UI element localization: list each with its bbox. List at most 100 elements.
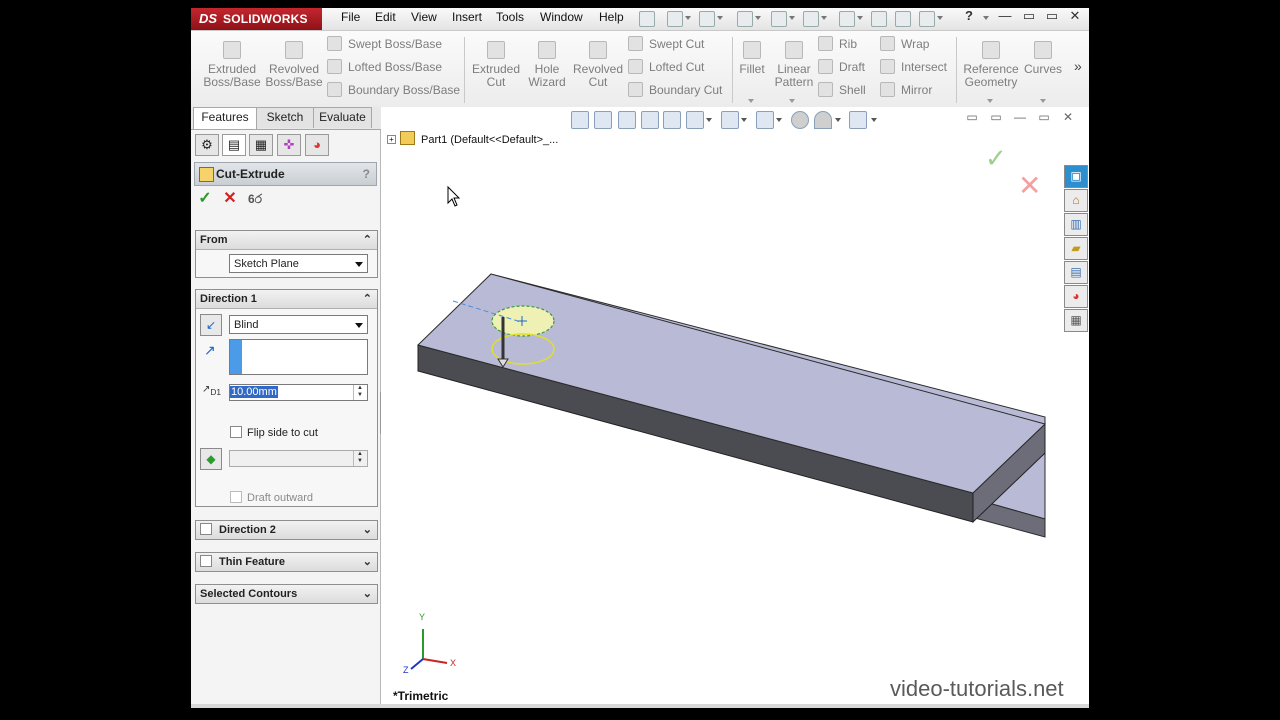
depth-input[interactable]: 10.00mm ▲ ▼ bbox=[229, 384, 368, 401]
design-library-tab[interactable]: ⌂ bbox=[1064, 189, 1088, 212]
help-icon[interactable]: ? bbox=[959, 8, 979, 26]
reverse-direction-button[interactable]: ↙ bbox=[200, 314, 222, 336]
menu-insert[interactable]: Insert bbox=[452, 8, 482, 30]
tab-sketch[interactable]: Sketch bbox=[256, 107, 314, 128]
collapse-icon[interactable]: ⌃ bbox=[363, 231, 372, 249]
expand-icon[interactable]: ⌄ bbox=[363, 521, 372, 539]
thin-feature-group-header[interactable]: Thin Feature ⌄ bbox=[196, 553, 377, 571]
ok-button[interactable]: ✓ bbox=[196, 190, 214, 208]
print-icon[interactable] bbox=[771, 11, 787, 27]
help-dropdown-icon[interactable] bbox=[983, 16, 989, 20]
from-group-header[interactable]: From ⌃ bbox=[196, 231, 377, 250]
solidworks-logo[interactable]: DS SOLIDWORKS bbox=[191, 8, 322, 30]
select-dropdown-icon[interactable] bbox=[857, 16, 863, 20]
revolved-boss-button[interactable]: Revolved Boss/Base bbox=[263, 41, 325, 89]
extruded-cut-icon bbox=[487, 41, 505, 59]
draft-angle-input[interactable]: ▲ ▼ bbox=[229, 450, 368, 467]
menu-file[interactable]: File bbox=[341, 8, 360, 30]
intersect-button[interactable]: Intersect bbox=[880, 58, 947, 76]
reference-geometry-dropdown-icon[interactable] bbox=[987, 99, 993, 103]
extruded-boss-button[interactable]: Extruded Boss/Base bbox=[201, 41, 263, 89]
shell-button[interactable]: Shell bbox=[818, 81, 866, 99]
selected-contours-group-header[interactable]: Selected Contours ⌄ bbox=[196, 585, 377, 603]
open-dropdown-icon[interactable] bbox=[717, 16, 723, 20]
tab-evaluate[interactable]: Evaluate bbox=[313, 107, 372, 128]
file-properties-icon[interactable] bbox=[895, 11, 911, 27]
from-select[interactable]: Sketch Plane bbox=[229, 254, 368, 273]
file-explorer-tab[interactable]: ▥ bbox=[1064, 213, 1088, 236]
linear-pattern-button[interactable]: Linear Pattern bbox=[769, 41, 819, 89]
end-condition-select[interactable]: Blind bbox=[229, 315, 368, 334]
command-manager: Extruded Boss/Base Revolved Boss/Base Sw… bbox=[191, 31, 1089, 108]
wrap-button[interactable]: Wrap bbox=[880, 35, 929, 53]
appearances-tab[interactable]: ◕ bbox=[1064, 285, 1088, 308]
draft-toggle-button[interactable]: ◆ bbox=[200, 448, 222, 470]
view-palette-tab[interactable]: ▤ bbox=[1064, 261, 1088, 284]
menu-edit[interactable]: Edit bbox=[375, 8, 396, 30]
collapse-icon[interactable]: ⌃ bbox=[363, 290, 372, 308]
swept-boss-button[interactable]: Swept Boss/Base bbox=[327, 35, 442, 53]
options-icon[interactable] bbox=[919, 11, 935, 27]
help-button[interactable]: ? bbox=[363, 163, 370, 185]
undo-icon[interactable] bbox=[803, 11, 819, 27]
custom-properties-tab[interactable]: ▦ bbox=[1064, 309, 1088, 332]
swept-cut-button[interactable]: Swept Cut bbox=[628, 35, 704, 53]
folder-tab[interactable]: ▰ bbox=[1064, 237, 1088, 260]
draft-button[interactable]: Draft bbox=[818, 58, 865, 76]
pin-icon[interactable] bbox=[639, 11, 655, 27]
open-icon[interactable] bbox=[699, 11, 715, 27]
graphics-area[interactable]: ▭ ▭ — ▭ ✕ + Part1 (Default<<Default>_... … bbox=[381, 107, 1089, 708]
cancel-button[interactable]: ✕ bbox=[221, 190, 239, 208]
curves-dropdown-icon[interactable] bbox=[1040, 99, 1046, 103]
direction2-group-header[interactable]: Direction 2 ⌄ bbox=[196, 521, 377, 539]
restore-button[interactable]: ▭ bbox=[1019, 8, 1039, 26]
undo-dropdown-icon[interactable] bbox=[821, 16, 827, 20]
ds-logo-mark: DS bbox=[199, 11, 218, 26]
options-dropdown-icon[interactable] bbox=[937, 16, 943, 20]
menu-help[interactable]: Help bbox=[599, 8, 624, 30]
restore-button-2[interactable]: ▭ bbox=[1042, 8, 1062, 26]
property-manager-tab[interactable]: ▤ bbox=[222, 134, 246, 156]
select-icon[interactable] bbox=[839, 11, 855, 27]
save-icon[interactable] bbox=[737, 11, 753, 27]
more-commands-icon[interactable]: » bbox=[1074, 57, 1082, 75]
solidworks-resources-tab[interactable]: ▣ bbox=[1064, 165, 1088, 188]
draft-outward-checkbox[interactable]: Draft outward bbox=[230, 491, 313, 505]
print-dropdown-icon[interactable] bbox=[789, 16, 795, 20]
thin-feature-checkbox[interactable] bbox=[200, 555, 212, 567]
save-dropdown-icon[interactable] bbox=[755, 16, 761, 20]
rib-button[interactable]: Rib bbox=[818, 35, 857, 53]
detailed-preview-icon[interactable]: 6ර bbox=[246, 190, 264, 208]
dimxpert-manager-tab[interactable]: ✜ bbox=[277, 134, 301, 156]
linear-pattern-dropdown-icon[interactable] bbox=[789, 99, 795, 103]
boundary-boss-button[interactable]: Boundary Boss/Base bbox=[327, 81, 460, 99]
display-manager-tab[interactable]: ◕ bbox=[305, 134, 329, 156]
expand-icon[interactable]: ⌄ bbox=[363, 585, 372, 603]
new-document-icon[interactable] bbox=[667, 11, 683, 27]
flip-side-checkbox[interactable]: Flip side to cut bbox=[230, 426, 318, 440]
direction-vector-selection-box[interactable] bbox=[229, 339, 368, 375]
expand-icon[interactable]: ⌄ bbox=[363, 553, 372, 571]
direction2-checkbox[interactable] bbox=[200, 523, 212, 535]
rebuild-icon[interactable] bbox=[871, 11, 887, 27]
menu-tools[interactable]: Tools bbox=[496, 8, 524, 30]
menu-window[interactable]: Window bbox=[540, 8, 583, 30]
minimize-button[interactable]: — bbox=[995, 8, 1015, 26]
direction1-group-header[interactable]: Direction 1 ⌃ bbox=[196, 290, 377, 309]
close-button[interactable]: ✕ bbox=[1065, 8, 1085, 26]
fillet-dropdown-icon[interactable] bbox=[748, 99, 754, 103]
reference-geometry-button[interactable]: Reference Geometry bbox=[960, 41, 1022, 89]
boundary-cut-button[interactable]: Boundary Cut bbox=[628, 81, 722, 99]
curves-button[interactable]: Curves bbox=[1019, 41, 1067, 76]
new-dropdown-icon[interactable] bbox=[685, 16, 691, 20]
mirror-button[interactable]: Mirror bbox=[880, 81, 932, 99]
depth-spinner[interactable]: ▲ ▼ bbox=[353, 385, 366, 400]
lofted-boss-button[interactable]: Lofted Boss/Base bbox=[327, 58, 442, 76]
draft-angle-spinner[interactable]: ▲ ▼ bbox=[353, 451, 366, 466]
menu-view[interactable]: View bbox=[411, 8, 437, 30]
feature-manager-tab[interactable]: ⚙ bbox=[195, 134, 219, 156]
configuration-manager-tab[interactable]: ▦ bbox=[249, 134, 273, 156]
lofted-cut-button[interactable]: Lofted Cut bbox=[628, 58, 704, 76]
revolved-cut-button[interactable]: Revolved Cut bbox=[567, 41, 629, 89]
tab-features[interactable]: Features bbox=[193, 107, 257, 129]
